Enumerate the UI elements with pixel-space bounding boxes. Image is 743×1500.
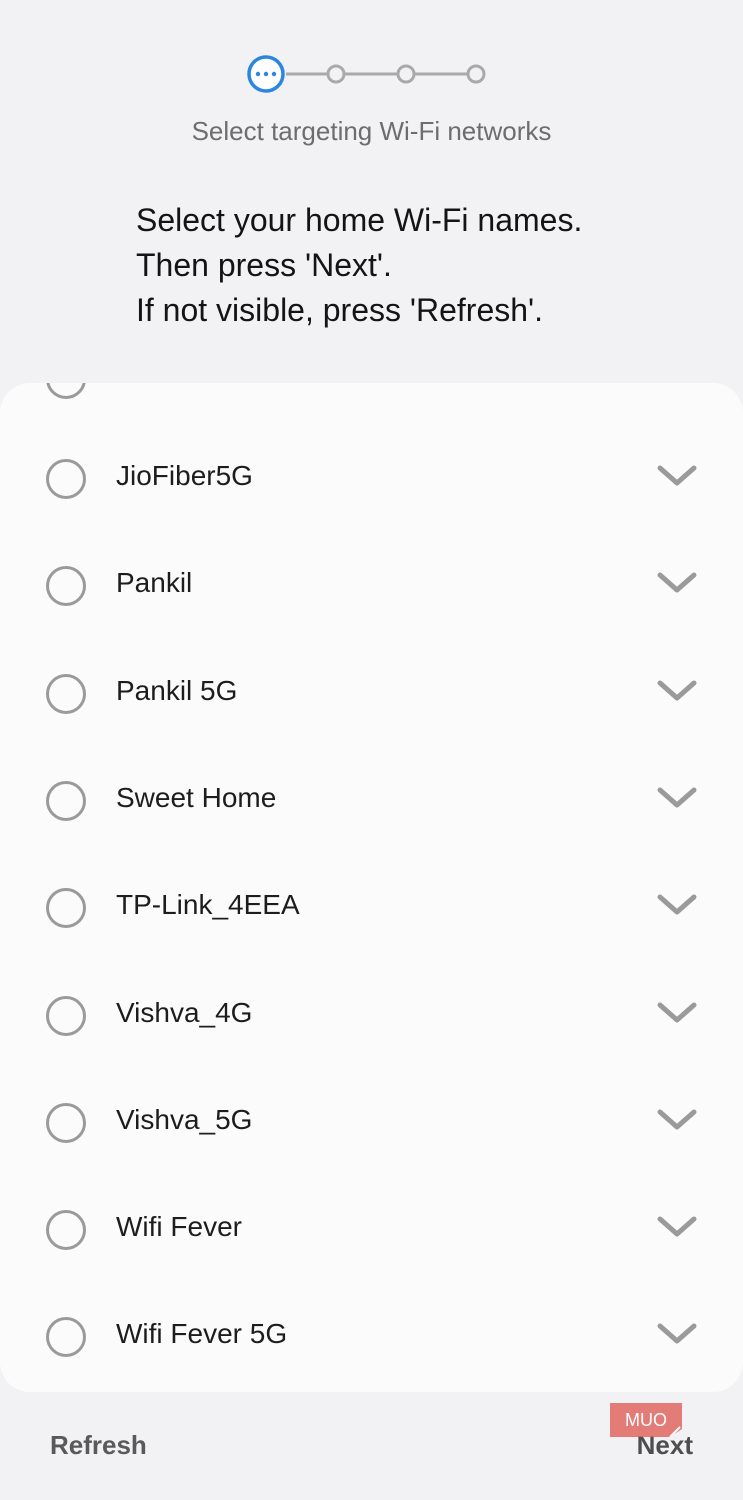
chevron-down-icon[interactable]	[656, 1215, 698, 1239]
chevron-down-icon[interactable]	[656, 1322, 698, 1346]
network-name: Pankil 5G	[116, 674, 238, 706]
chevron-down-icon[interactable]	[656, 786, 698, 810]
radio-button[interactable]	[46, 888, 86, 929]
svg-text:MUO: MUO	[625, 1410, 667, 1430]
radio-button[interactable]	[46, 1210, 86, 1251]
step-1-dot	[263, 71, 269, 77]
progress-stepper	[0, 54, 743, 94]
network-row[interactable]: Pankil	[0, 533, 743, 640]
radio-button[interactable]	[46, 566, 86, 607]
chevron-down-icon[interactable]	[656, 1108, 698, 1132]
instruction-line: Then press 'Next'.	[136, 247, 392, 283]
refresh-button[interactable]: Refresh	[50, 1430, 147, 1461]
chevron-down-icon[interactable]	[656, 893, 698, 917]
network-name: TP-Link_4EEA	[116, 889, 300, 921]
chevron-down-icon[interactable]	[656, 464, 698, 488]
network-name: Vishva_4G	[116, 996, 253, 1028]
network-row-partial[interactable]	[0, 383, 743, 403]
network-name: Wifi Fever 5G	[116, 1318, 288, 1350]
radio-button[interactable]	[46, 459, 86, 499]
muo-watermark-logo: MUO	[610, 1403, 682, 1437]
instruction-line: If not visible, press 'Refresh'.	[136, 292, 544, 328]
network-row[interactable]: Vishva_5G	[0, 1070, 743, 1177]
network-name: Pankil	[116, 567, 193, 599]
network-row[interactable]: JioFiber5G	[0, 426, 743, 533]
step-2	[326, 64, 346, 84]
network-list[interactable]: JioFiber5G Pankil Pankil 5G Sweet Home TP-Li…	[0, 383, 743, 1392]
radio-button[interactable]	[46, 673, 86, 714]
network-row[interactable]: Wifi Fever 5G	[0, 1284, 743, 1391]
step-1-dot	[271, 71, 277, 77]
step-4	[466, 64, 486, 84]
radio-button[interactable]	[46, 1317, 86, 1358]
chevron-down-icon[interactable]	[656, 571, 698, 595]
network-row[interactable]: Vishva_4G	[0, 963, 743, 1070]
radio-button[interactable]	[46, 780, 86, 821]
step-title: Select targeting Wi-Fi networks	[191, 116, 552, 146]
network-row[interactable]: Sweet Home	[0, 748, 743, 855]
network-row[interactable]: Wifi Fever	[0, 1177, 743, 1284]
network-row[interactable]: Pankil 5G	[0, 641, 743, 748]
chevron-down-icon[interactable]	[656, 1001, 698, 1025]
instructions: Select your home Wi-Fi names. Then press…	[136, 198, 716, 333]
network-row[interactable]: TP-Link_4EEA	[0, 855, 743, 962]
stepper-graphic	[247, 55, 486, 93]
radio-button[interactable]	[46, 1102, 86, 1143]
instruction-line: Select your home Wi-Fi names.	[136, 202, 583, 238]
network-name: Wifi Fever	[116, 1211, 242, 1243]
network-name: JioFiber5G	[116, 460, 253, 491]
radio-button[interactable]	[46, 383, 86, 399]
chevron-down-icon[interactable]	[656, 679, 698, 703]
network-name: Vishva_5G	[116, 1103, 253, 1135]
step-1-dot	[255, 71, 261, 77]
step-3	[396, 64, 416, 84]
network-name: Sweet Home	[116, 781, 277, 813]
radio-button[interactable]	[46, 995, 86, 1036]
